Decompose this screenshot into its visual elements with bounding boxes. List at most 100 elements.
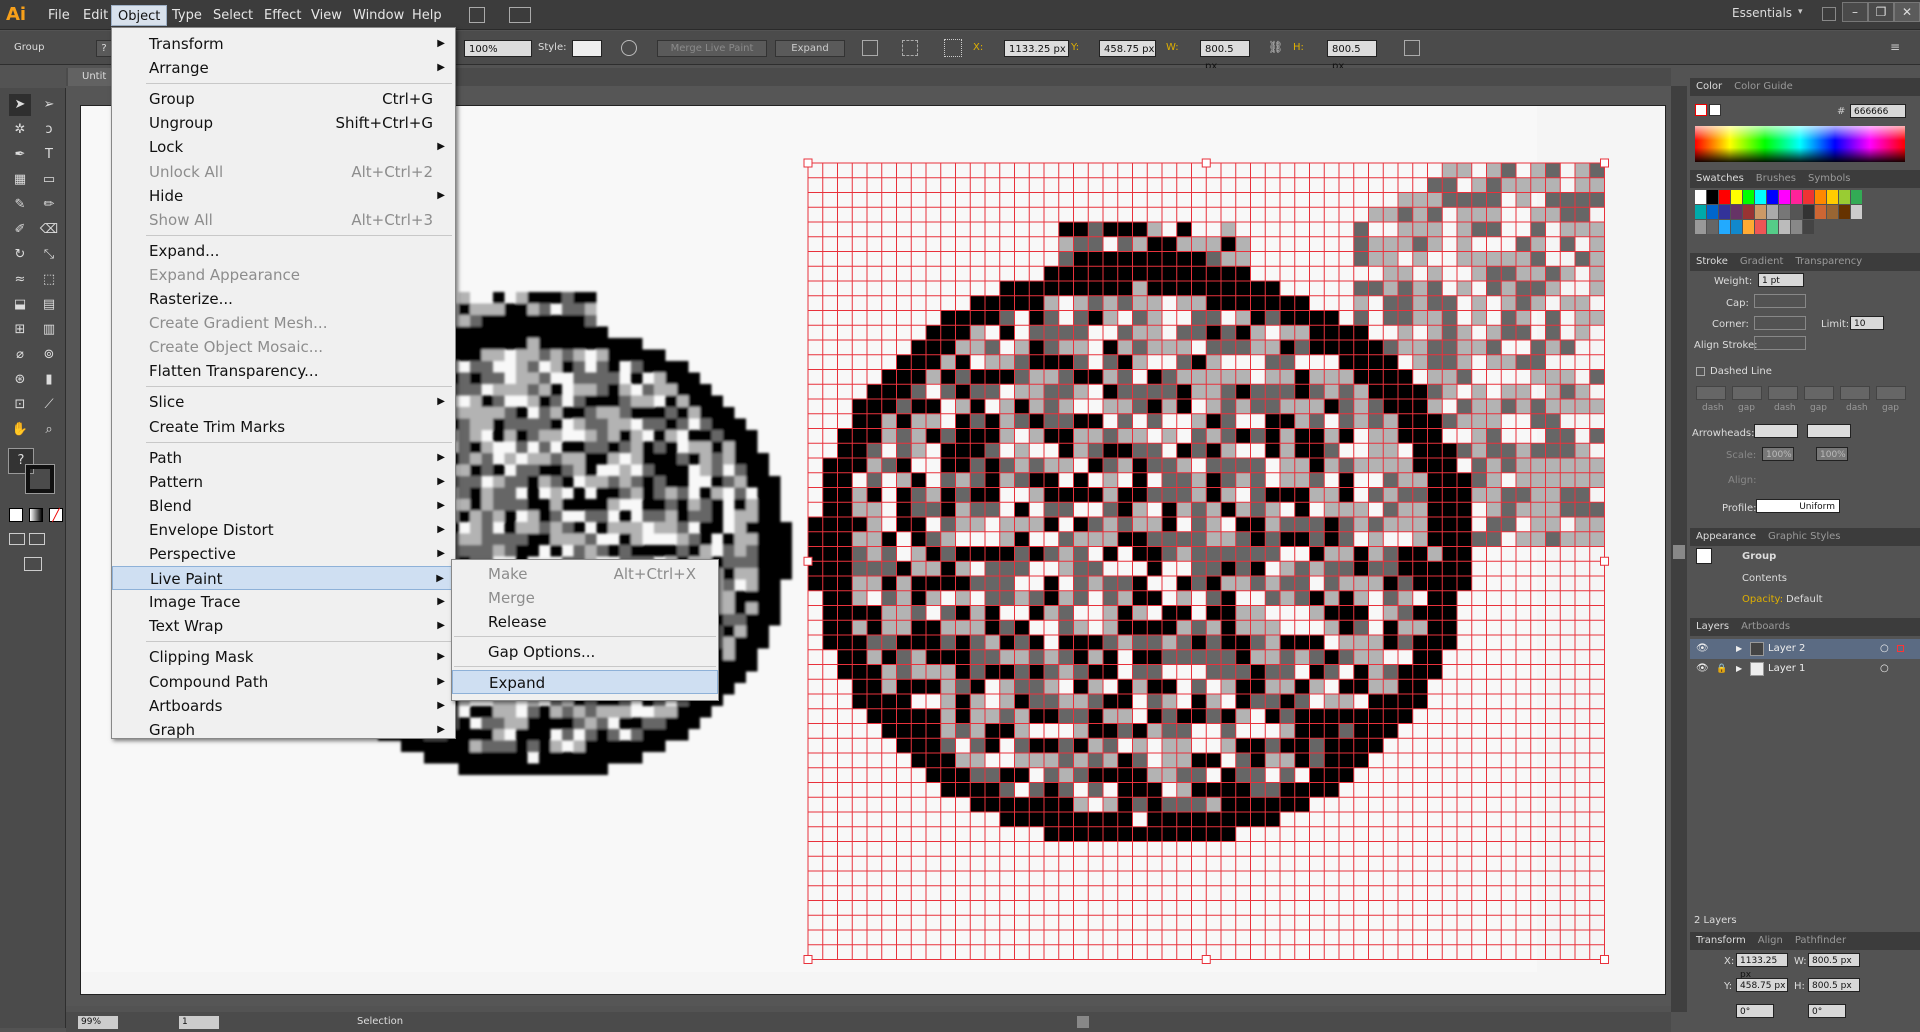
eye-icon[interactable]: 👁 [1696,659,1709,679]
panel-menu-icon[interactable]: ≡ [1890,40,1900,54]
screen-mode-icon[interactable] [24,557,42,571]
menu-help[interactable]: Help [406,5,448,26]
menu-item-rasterize[interactable]: Rasterize... [112,287,455,311]
color-swatch[interactable] [1719,220,1730,234]
opacity-link[interactable]: Opacity: [1742,594,1783,605]
tab-gradient[interactable]: Gradient [1734,256,1790,267]
magic-wand-tool-icon[interactable]: ✲ [9,119,31,141]
color-swatch[interactable] [1839,205,1850,219]
t-h-field[interactable]: 800.5 px [1808,978,1860,992]
shear-angle-field[interactable]: 0° [1808,1004,1846,1018]
color-swatch[interactable] [1827,205,1838,219]
lock-icon[interactable]: 🔒 [1716,659,1727,679]
constrain-proportions-icon[interactable]: ⛓ [1268,40,1283,56]
color-swatch[interactable] [1707,220,1718,234]
swatches-panel-header[interactable]: Swatches Brushes Symbols [1690,170,1920,188]
menu-item-expand[interactable]: Expand... [112,239,455,263]
dash-field[interactable] [1876,386,1906,400]
target-circle-icon[interactable]: ○ [1880,659,1889,679]
t-x-field[interactable]: 1133.25 px [1736,953,1788,980]
mesh-tool-icon[interactable]: ⊞ [9,319,31,341]
menu-item-transform[interactable]: Transform ▶ [112,32,455,56]
color-swatch[interactable] [1779,205,1790,219]
color-swatch[interactable] [1815,205,1826,219]
hex-field[interactable]: 666666 [1850,104,1906,118]
line-segment-tool-icon[interactable]: ▦ [9,169,31,191]
tab-brushes[interactable]: Brushes [1750,173,1802,184]
menu-item-perspective[interactable]: Perspective ▶ [112,542,455,566]
scale-end-field[interactable]: 100% [1816,447,1848,461]
menu-edit[interactable]: Edit [77,5,114,26]
color-swatch[interactable] [1851,190,1862,204]
menu-item-live-paint[interactable]: Live Paint ▶ [112,566,455,591]
color-swatch[interactable] [1719,190,1730,204]
direct-selection-tool-icon[interactable]: ➢ [38,94,60,116]
tab-layers[interactable]: Layers [1690,621,1735,632]
color-swatch[interactable] [1851,205,1862,219]
rectangle-tool-icon[interactable]: ▭ [38,169,60,191]
layer-row-2[interactable]: 👁 ▶ Layer 2 ○ [1690,639,1920,659]
bounding-box-handle[interactable] [803,955,813,964]
opacity-field[interactable]: 100% [464,40,532,57]
none-mode-icon[interactable]: ╱ [49,508,63,522]
menu-type[interactable]: Type [166,5,208,26]
color-swatch[interactable] [1839,190,1850,204]
hand-tool-icon[interactable]: ✋ [9,419,31,441]
blend-tool-icon[interactable]: ⊚ [38,344,60,366]
horizontal-scroll-thumb[interactable] [1077,1016,1089,1028]
eyedropper-tool-icon[interactable]: ⌀ [9,344,31,366]
symbol-sprayer-tool-icon[interactable]: ⊛ [9,369,31,391]
color-swatch[interactable] [1731,220,1742,234]
menu-item-image-trace[interactable]: Image Trace ▶ [112,590,455,614]
profile-select[interactable]: Uniform [1756,499,1840,513]
menu-item-text-wrap[interactable]: Text Wrap ▶ [112,614,455,638]
menu-window[interactable]: Window [347,5,410,26]
type-tool-icon[interactable]: T [38,144,60,166]
color-swatch[interactable] [1755,205,1766,219]
bounding-box-handle[interactable] [1201,955,1211,964]
color-swatch[interactable] [1731,190,1742,204]
menu-view[interactable]: View [305,5,348,26]
draw-behind-icon[interactable] [29,533,45,545]
t-y-field[interactable]: 458.75 px [1736,978,1788,992]
bounding-box-handle[interactable] [1600,556,1609,566]
column-graph-tool-icon[interactable]: ▮ [38,369,60,391]
menu-item-clipping-mask[interactable]: Clipping Mask ▶ [112,645,455,669]
stroke-swatch[interactable] [1709,104,1721,116]
layer-name[interactable]: Layer 2 [1768,639,1805,659]
color-swatch[interactable] [1695,190,1706,204]
pen-tool-icon[interactable]: ✒ [9,144,31,166]
bounding-box-handle[interactable] [803,556,813,566]
align-stroke-buttons[interactable] [1754,336,1806,350]
submenu-item-gap-options[interactable]: Gap Options... [452,640,718,664]
color-swatch[interactable] [1827,190,1838,204]
selection-indicator[interactable] [1897,645,1904,652]
vertical-scroll-thumb[interactable] [1673,545,1685,559]
fill-none-swatch[interactable] [1695,104,1707,116]
merge-live-paint-button[interactable]: Merge Live Paint [657,40,767,57]
recolor-artwork-icon[interactable] [621,40,637,56]
menu-item-group[interactable]: Group Ctrl+G [112,87,455,111]
h-field[interactable]: 800.5 px [1327,40,1377,72]
rotate-tool-icon[interactable]: ↻ [9,244,31,266]
blob-brush-tool-icon[interactable]: ✐ [9,219,31,241]
color-swatch[interactable] [1707,205,1718,219]
menu-item-envelope-distort[interactable]: Envelope Distort ▶ [112,518,455,542]
selection-tool-icon[interactable]: ➤ [9,94,31,116]
minimize-button[interactable]: – [1842,2,1868,22]
swatch-grid[interactable] [1695,190,1895,254]
t-w-field[interactable]: 800.5 px [1808,953,1860,967]
free-transform-tool-icon[interactable]: ⬚ [38,269,60,291]
expand-button[interactable]: Expand [775,40,845,57]
tab-symbols[interactable]: Symbols [1802,173,1856,184]
y-field[interactable]: 458.75 px [1099,40,1156,57]
bridge-icon[interactable] [469,7,485,23]
bounding-box-handle[interactable] [1600,158,1609,168]
color-swatch[interactable] [1803,205,1814,219]
menu-item-create-trim-marks[interactable]: Create Trim Marks [112,415,455,439]
shape-builder-tool-icon[interactable]: ⬓ [9,294,31,316]
menu-item-flatten-transparency[interactable]: Flatten Transparency... [112,359,455,383]
dash-field[interactable] [1768,386,1798,400]
tab-appearance[interactable]: Appearance [1690,531,1762,542]
status-mode[interactable]: Selection [357,1016,403,1027]
